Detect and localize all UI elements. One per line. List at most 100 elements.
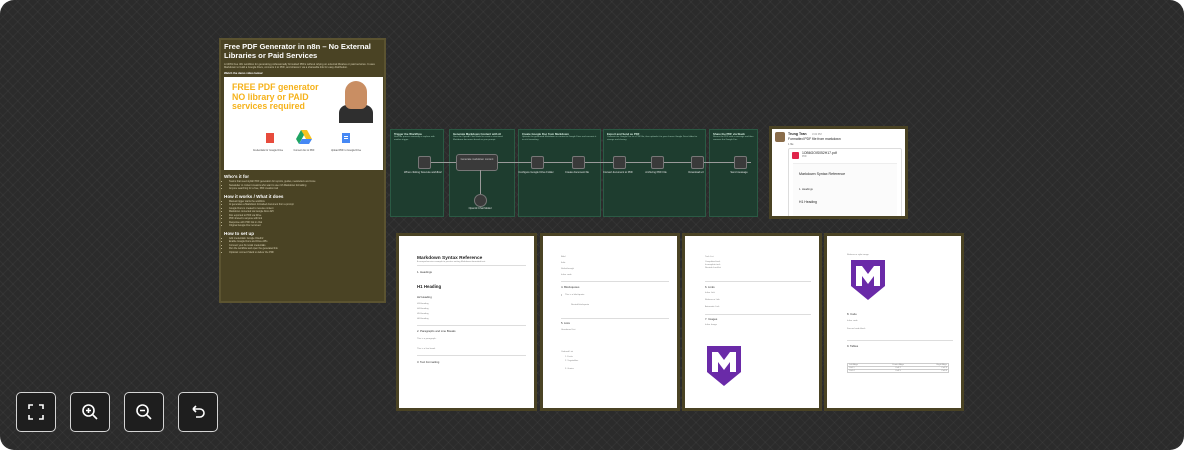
- doc-blockquote: This is a blockquote: [561, 293, 669, 296]
- node-label: Convert document to PDF: [603, 171, 633, 174]
- file-attachment[interactable]: 1OB6GOIS052H17.pdf PDF Markdown Syntax R…: [788, 148, 902, 216]
- doc-heading: 4. Blockquotes: [561, 284, 580, 289]
- zoom-in-icon: [82, 404, 98, 420]
- pdf-page[interactable]: Task List Completed task Incomplete task…: [682, 233, 822, 411]
- code-icon[interactable]: [572, 156, 585, 169]
- doc-heading: 3. Text Formatting: [417, 359, 440, 364]
- google-drive-icon[interactable]: [613, 156, 626, 169]
- zoom-out-icon: [136, 404, 152, 420]
- chat-file-count: 1 file: [788, 143, 794, 146]
- doc-text: Task List: [705, 256, 714, 258]
- shield-logo-icon: [707, 346, 741, 386]
- doc-heading: 2. Paragraphs and Line Breaks: [417, 329, 456, 333]
- doc-link: Automatic Link: [705, 305, 720, 308]
- doc-paragraph: This is a line break: [417, 348, 436, 350]
- chat-message: Formatted PDF file from markdown: [788, 137, 841, 141]
- table-cell: Cell 6: [941, 370, 947, 372]
- pdf-page[interactable]: Bold Italic Strikethrough Inline code 4.…: [540, 233, 680, 411]
- node-label: Generate markdown content: [460, 158, 494, 161]
- thumbnail-caption: Credentials for Google Drive: [252, 149, 284, 153]
- note-section-list: Add credentials: Google OAuth2 Enable Go…: [224, 237, 381, 255]
- doc-blockquote: Nested blockquote: [571, 303, 590, 306]
- table-cell: Cell 4: [849, 370, 855, 372]
- note-title: Free PDF Generator in n8n – No External …: [224, 42, 371, 60]
- checkbox-item: Incomplete task: [705, 264, 721, 266]
- doc-heading: 1. Headings: [417, 269, 432, 274]
- zoom-in-button[interactable]: [70, 392, 110, 432]
- avatar: [775, 132, 785, 142]
- pdf-page[interactable]: Reference style image 8. Code Inline cod…: [824, 233, 964, 411]
- doc-heading: H5 Heading: [417, 312, 429, 315]
- presenter-avatar: [345, 81, 367, 110]
- group-description: Start the process manually or replace wi…: [394, 136, 435, 141]
- preview-heading: 1. Headings: [799, 188, 813, 191]
- file-preview: Markdown Syntax Reference 1. Headings H1…: [793, 163, 897, 216]
- list-item: Anyone searching for a free, PDF creatio…: [229, 187, 381, 191]
- fit-view-button[interactable]: [16, 392, 56, 432]
- google-drive-icon[interactable]: [651, 156, 664, 169]
- doc-text: Italic: [561, 262, 566, 264]
- list-item: Optional: connect Slack to deliver the P…: [229, 251, 381, 255]
- table-row: Cell 4 Cell 5 Cell 6: [848, 370, 948, 372]
- checkbox-item: Nested checklist: [705, 267, 721, 269]
- preview-heading: H1 Heading: [799, 200, 817, 204]
- pdf-page[interactable]: Markdown Syntax Reference A comprehensiv…: [396, 233, 537, 411]
- table-header: Left Align: [849, 364, 858, 366]
- table-cell: Cell 2: [895, 367, 901, 369]
- ai-agent-icon[interactable]: [456, 154, 498, 171]
- google-drive-icon[interactable]: [691, 156, 704, 169]
- reset-zoom-button[interactable]: [178, 392, 218, 432]
- thumbnail-headline: FREE PDF generator NO library or PAID se…: [232, 82, 319, 111]
- doc-heading: H1 Heading: [417, 283, 442, 289]
- doc-heading: H6 Heading: [417, 317, 429, 320]
- table-cell: Cell 1: [849, 367, 855, 369]
- node-label: Send message: [730, 171, 748, 174]
- doc-link: Inline Link: [705, 291, 715, 294]
- doc-text: Bold: [561, 256, 566, 258]
- fullscreen-icon: [28, 404, 44, 420]
- undo-icon: [192, 405, 205, 418]
- list-item: Original Google Doc removed: [229, 224, 381, 228]
- zoom-out-button[interactable]: [124, 392, 164, 432]
- demo-video-thumbnail[interactable]: FREE PDF generator NO library or PAID se…: [224, 77, 383, 171]
- preview-title: Markdown Syntax Reference: [799, 172, 846, 176]
- group-description: Uploads the generated Markdown as conten…: [522, 136, 597, 141]
- note-section-list: Teams that need stylish PDF generation f…: [224, 180, 381, 191]
- doc-heading: 8. Code: [847, 312, 857, 316]
- file-name: 1OB6GOIS052H17.pdf: [802, 151, 837, 155]
- note-section-heading: How to set up: [224, 230, 255, 236]
- doc-table: Left Align Center Align Right Align Cell…: [847, 363, 949, 373]
- slack-icon[interactable]: [734, 156, 747, 169]
- note-section-heading: How it works / What it does: [224, 193, 284, 199]
- workflow-canvas[interactable]: Free PDF Generator in n8n – No External …: [0, 0, 1184, 450]
- sticky-note[interactable]: Free PDF Generator in n8n – No External …: [219, 38, 386, 303]
- node-label: Configure Google Drive Folder: [518, 171, 554, 174]
- group-description: Converts the Google Doc to a PDF file, t…: [607, 136, 698, 141]
- group-description: Shares the PDF with a message and then r…: [713, 136, 754, 141]
- group-description: Uses the OpenAI Chat Model to create a s…: [453, 136, 503, 141]
- thumbnail-caption: Convert doc to PDF: [293, 149, 315, 153]
- page-subtitle: A comprehensive example to practice writ…: [417, 261, 486, 263]
- node-label: Download url: [688, 171, 704, 174]
- slack-message-preview[interactable]: Trung Tran 3:32 PM Formatted PDF file fr…: [769, 126, 908, 219]
- thumbnail-caption: Upload PDF to Google Drive: [330, 149, 362, 153]
- doc-text: Unordered List: [561, 329, 576, 331]
- note-watch-label: Watch the demo video below:: [224, 71, 264, 76]
- doc-heading: H2 Heading: [417, 294, 432, 299]
- doc-heading: 6. Links: [705, 284, 715, 289]
- doc-heading: 7. Images: [705, 317, 718, 321]
- cursor-icon[interactable]: [418, 156, 431, 169]
- google-drive-icon: [296, 130, 312, 145]
- doc-text: Inline code: [561, 274, 572, 276]
- doc-text: Reference style image: [847, 254, 869, 256]
- edit-icon[interactable]: [531, 156, 544, 169]
- doc-heading: H3 Heading: [417, 302, 429, 305]
- note-intro: A 100% free n8n workflow for generating …: [224, 63, 375, 70]
- doc-heading: 9. Tables: [847, 343, 859, 348]
- doc-heading: 5. Lists: [561, 321, 570, 325]
- chat-timestamp: 3:32 PM: [812, 133, 822, 136]
- table-cell: Cell 3: [941, 367, 947, 369]
- openai-icon[interactable]: [474, 194, 487, 207]
- doc-text: Strikethrough: [561, 268, 575, 270]
- list-item: 2. Vegetables: [565, 360, 579, 362]
